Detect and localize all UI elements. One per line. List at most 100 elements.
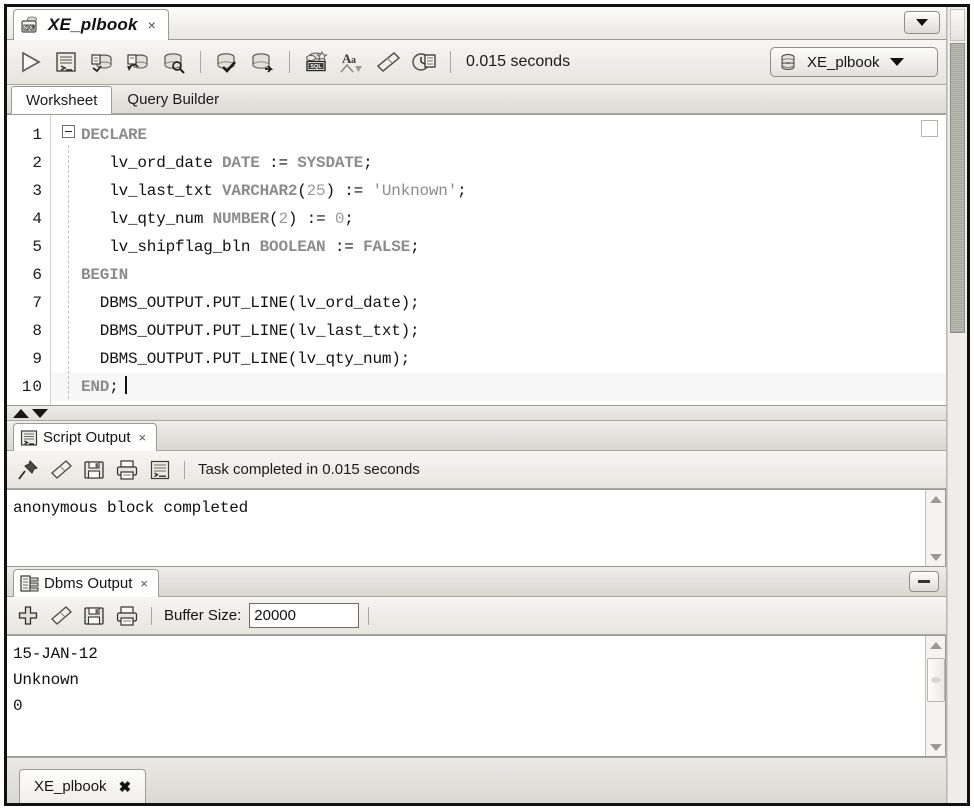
scroll-up-button[interactable] (927, 636, 945, 654)
tab-dbms-output[interactable]: Dbms Output × (13, 569, 159, 597)
dbms-output-panel: Dbms Output × Buffer Size: 20000 15-JAN-… (7, 567, 946, 757)
code-line: DBMS_OUTPUT.PUT_LINE(lv_ord_date); (51, 289, 946, 317)
scroll-down-button[interactable] (927, 738, 945, 756)
line-number: 6 (32, 266, 43, 284)
chevron-down-icon (916, 19, 928, 26)
clear-button[interactable] (46, 455, 76, 485)
scrollbar-track[interactable] (927, 508, 945, 548)
print-button[interactable] (112, 455, 142, 485)
autotrace-button[interactable] (210, 45, 244, 79)
line-number-gutter: 1 2 3 4 5 6 7 8 9 10 (7, 115, 51, 405)
sql-worksheet-icon: SQL (20, 15, 42, 35)
line-number: 8 (32, 322, 43, 340)
query-history-button[interactable] (407, 45, 441, 79)
window-inner: SQL XE_plbook × SQL A a 0.015 seconds XE… (7, 7, 967, 803)
code-token: 0 (334, 210, 345, 228)
scrollbar-track[interactable] (926, 654, 945, 738)
line-number: 9 (32, 350, 43, 368)
commit-button[interactable] (85, 45, 119, 79)
script-output-text-area[interactable]: anonymous block completed (7, 489, 946, 567)
svg-text:a: a (351, 55, 356, 66)
connection-tabbar: XE_plbook ✖ (7, 757, 946, 803)
buffer-size-label: Buffer Size: (164, 607, 242, 624)
scrollbar-thumb[interactable] (950, 43, 965, 333)
wrap-button[interactable] (145, 455, 175, 485)
clear-button[interactable] (46, 601, 76, 631)
dbms-output-toolbar: Buffer Size: (7, 597, 946, 635)
code-line: lv_ord_date DATE := SYSDATE; (51, 149, 946, 177)
add-connection-button[interactable] (13, 601, 43, 631)
chevron-down-icon (889, 58, 904, 66)
scrollbar-thumb[interactable] (926, 658, 945, 702)
tab-script-output[interactable]: Script Output × (13, 423, 158, 451)
code-token: DECLARE (81, 126, 147, 144)
unshared-sql-worksheet-button[interactable] (157, 45, 191, 79)
output-line: 0 (13, 697, 23, 715)
line-number: 10 (21, 378, 43, 396)
script-output-status: Task completed in 0.015 seconds (198, 461, 420, 478)
print-button[interactable] (112, 601, 142, 631)
collapse-down-icon[interactable] (32, 408, 48, 418)
tab-worksheet-label: Worksheet (26, 91, 98, 109)
minimize-icon[interactable] (909, 571, 939, 592)
code-token: DBMS_OUTPUT.PUT_LINE(lv_last_txt); (81, 322, 420, 340)
close-icon[interactable]: × (139, 430, 147, 445)
tab-worksheet[interactable]: Worksheet (11, 86, 113, 114)
close-icon[interactable]: × (140, 576, 148, 591)
toolbar-separator (184, 460, 185, 479)
scroll-down-button[interactable] (927, 548, 945, 566)
code-token: ) := (325, 182, 373, 200)
clear-button[interactable] (371, 45, 405, 79)
code-token: lv_ord_date (81, 154, 223, 172)
close-icon[interactable]: × (144, 17, 156, 33)
sql-editor[interactable]: 1 2 3 4 5 6 7 8 9 10 DECLARE lv_ord_date… (7, 114, 946, 406)
code-token: := (325, 238, 364, 256)
connection-tab[interactable]: XE_plbook ✖ (19, 769, 147, 803)
format-sql-button[interactable]: A a (335, 45, 369, 79)
script-output-panel: Script Output × Task completed in 0.015 … (7, 421, 946, 567)
collapse-minus-icon[interactable] (62, 125, 75, 138)
editor-splitter[interactable] (7, 406, 946, 421)
tab-query-builder[interactable]: Query Builder (112, 85, 234, 113)
save-button[interactable] (79, 455, 109, 485)
window-scrollbar[interactable] (947, 7, 967, 803)
tab-query-builder-label: Query Builder (127, 90, 220, 108)
code-token: 'Unknown' (372, 182, 458, 200)
code-area[interactable]: DECLARE lv_ord_date DATE := SYSDATE; lv_… (51, 115, 946, 405)
output-line: 15-JAN-12 (13, 645, 98, 663)
toolbar-separator (289, 51, 290, 73)
buffer-size-input[interactable] (249, 603, 360, 628)
code-line: lv_last_txt VARCHAR2(25) := 'Unknown'; (51, 177, 946, 205)
close-icon[interactable]: ✖ (119, 778, 132, 796)
sql-history-button[interactable]: SQL (299, 45, 333, 79)
save-button[interactable] (79, 601, 109, 631)
tab-list-dropdown-button[interactable] (904, 11, 940, 34)
output-line: anonymous block completed (13, 499, 249, 517)
dbms-output-scrollbar[interactable] (925, 636, 945, 756)
code-token: ) := (287, 210, 335, 228)
collapse-up-icon[interactable] (13, 408, 29, 418)
worksheet-tab[interactable]: SQL XE_plbook × (13, 9, 169, 40)
scroll-up-button[interactable] (927, 490, 945, 508)
code-token: END (81, 378, 110, 396)
script-output-scrollbar[interactable] (925, 490, 945, 566)
code-token: ; (410, 238, 420, 256)
code-token: ; (109, 378, 119, 396)
worksheet-tab-title: XE_plbook (48, 15, 138, 34)
run-statement-button[interactable] (13, 45, 47, 79)
dbms-output-text-area[interactable]: 15-JAN-12 Unknown 0 (7, 635, 946, 757)
script-output-tab-label: Script Output (43, 429, 131, 446)
code-token: VARCHAR2 (222, 182, 298, 200)
chevron-up-icon (929, 495, 942, 503)
explain-plan-button[interactable] (246, 45, 280, 79)
elapsed-time-label: 0.015 seconds (466, 53, 571, 70)
toolbar-separator (200, 51, 201, 73)
scrollbar-track-top[interactable] (950, 9, 965, 41)
run-script-button[interactable] (49, 45, 83, 79)
connection-selector[interactable]: XE_plbook (770, 47, 938, 77)
code-token: ; (457, 182, 467, 200)
pin-button[interactable] (13, 455, 43, 485)
code-lines: DECLARE lv_ord_date DATE := SYSDATE; lv_… (51, 121, 946, 401)
rollback-button[interactable] (121, 45, 155, 79)
line-number: 1 (32, 126, 43, 144)
